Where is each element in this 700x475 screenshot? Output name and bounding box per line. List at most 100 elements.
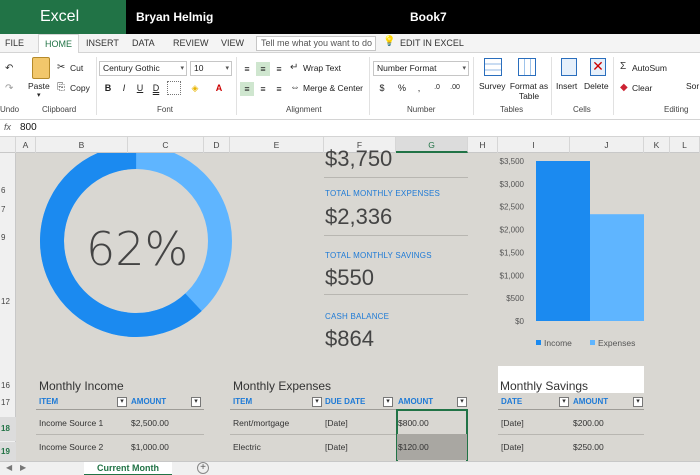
copy-icon[interactable]: ⎘ xyxy=(57,82,65,93)
italic-button[interactable]: I xyxy=(117,81,131,95)
autosum-button[interactable]: AutoSum xyxy=(632,63,667,73)
font-name-select[interactable]: Century Gothic xyxy=(99,61,187,76)
column-header[interactable]: D xyxy=(204,137,230,153)
row-header[interactable]: 7 xyxy=(0,205,16,214)
merge-center-icon[interactable]: ⇔ xyxy=(290,82,300,93)
column-header[interactable]: L xyxy=(670,137,700,153)
underline-button[interactable]: U xyxy=(133,81,147,95)
tab-file[interactable]: FILE xyxy=(5,34,24,53)
align-bottom-icon[interactable]: ≡ xyxy=(272,62,286,76)
income-item-cell[interactable]: Income Source 1 xyxy=(39,418,103,428)
expense-due-date-cell[interactable]: [Date] xyxy=(325,442,348,452)
savings-amount-cell[interactable]: $250.00 xyxy=(573,442,604,452)
fill-color-icon[interactable]: ◈ xyxy=(188,81,202,95)
align-right-icon[interactable]: ≡ xyxy=(272,82,286,96)
row-header[interactable]: 17 xyxy=(0,398,16,407)
row-header[interactable]: 12 xyxy=(0,297,16,306)
expense-item-cell[interactable]: Rent/mortgage xyxy=(233,418,289,428)
filter-dropdown-icon[interactable]: ▾ xyxy=(117,397,127,407)
row-header-selected[interactable]: 18 xyxy=(0,417,16,441)
column-header[interactable]: K xyxy=(644,137,670,153)
column-header[interactable]: H xyxy=(468,137,498,153)
comma-button[interactable]: , xyxy=(412,81,426,95)
wrap-text-button[interactable]: Wrap Text xyxy=(303,63,341,73)
paste-dropdown-icon[interactable]: ▾ xyxy=(37,91,41,99)
sheet-tab-current-month[interactable]: Current Month xyxy=(84,462,172,475)
income-item-cell[interactable]: Income Source 2 xyxy=(39,442,103,452)
paste-button[interactable]: Paste xyxy=(28,81,50,91)
expense-amount-cell[interactable]: $800.00 xyxy=(398,418,429,428)
merge-center-button[interactable]: Merge & Center xyxy=(303,83,363,93)
income-amount-cell[interactable]: $2,500.00 xyxy=(131,418,169,428)
add-sheet-icon[interactable]: + xyxy=(197,462,209,474)
scroll-right-icon[interactable]: ▶ xyxy=(20,463,26,472)
sort-button[interactable]: Sor xyxy=(686,81,699,91)
filter-dropdown-icon[interactable]: ▾ xyxy=(191,397,201,407)
expense-item-cell[interactable]: Electric xyxy=(233,442,261,452)
tab-insert[interactable]: INSERT xyxy=(86,34,119,53)
bar-income[interactable] xyxy=(536,161,590,321)
scroll-left-icon[interactable]: ◀ xyxy=(6,463,12,472)
tab-home[interactable]: HOME xyxy=(38,34,79,53)
copy-button[interactable]: Copy xyxy=(70,83,90,93)
delete-button[interactable]: Delete xyxy=(584,81,609,91)
tab-review[interactable]: REVIEW xyxy=(173,34,209,53)
scissors-icon[interactable]: ✂ xyxy=(57,62,65,73)
column-header[interactable]: E xyxy=(230,137,324,153)
font-size-select[interactable]: 10 xyxy=(190,61,232,76)
align-top-icon[interactable]: ≡ xyxy=(240,62,254,76)
user-name[interactable]: Bryan Helmig xyxy=(136,0,213,34)
column-header[interactable]: C xyxy=(128,137,204,153)
filter-dropdown-icon[interactable]: ▾ xyxy=(312,397,322,407)
row-header[interactable]: 9 xyxy=(0,233,16,242)
row-header[interactable]: 6 xyxy=(0,186,16,195)
insert-button[interactable]: Insert xyxy=(556,81,577,91)
double-underline-button[interactable]: D xyxy=(149,81,163,95)
column-header[interactable]: J xyxy=(570,137,644,153)
row-header[interactable]: 16 xyxy=(0,381,16,390)
percent-button[interactable]: % xyxy=(395,81,409,95)
filter-dropdown-icon[interactable]: ▾ xyxy=(633,397,643,407)
tell-me-input[interactable]: Tell me what you want to do xyxy=(256,36,376,51)
bold-button[interactable]: B xyxy=(101,81,115,95)
wrap-text-icon[interactable]: ↵ xyxy=(290,62,298,73)
filter-dropdown-icon[interactable]: ▾ xyxy=(383,397,393,407)
align-left-icon[interactable]: ≡ xyxy=(240,82,254,96)
column-header[interactable]: A xyxy=(16,137,36,153)
autosum-icon[interactable]: Σ xyxy=(620,61,626,72)
currency-button[interactable]: $ xyxy=(375,81,389,95)
survey-button[interactable]: Survey xyxy=(479,81,505,91)
decrease-decimal-icon[interactable]: .00 xyxy=(448,81,462,95)
survey-icon[interactable] xyxy=(484,58,502,76)
formula-input[interactable]: 800 xyxy=(20,122,37,133)
font-color-icon[interactable]: A xyxy=(212,81,226,95)
expense-due-date-cell[interactable]: [Date] xyxy=(325,418,348,428)
increase-decimal-icon[interactable]: .0 xyxy=(430,81,444,95)
savings-date-cell[interactable]: [Date] xyxy=(501,418,524,428)
insert-cells-icon[interactable] xyxy=(561,58,577,76)
edit-in-excel-button[interactable]: EDIT IN EXCEL xyxy=(400,34,464,53)
expense-amount-cell[interactable]: $120.00 xyxy=(398,442,429,452)
column-header[interactable]: B xyxy=(36,137,128,153)
align-center-icon[interactable]: ≡ xyxy=(256,82,270,96)
redo-icon[interactable]: ↷ xyxy=(5,83,13,94)
filter-dropdown-icon[interactable]: ▾ xyxy=(457,397,467,407)
number-format-select[interactable]: Number Format xyxy=(373,61,469,76)
select-all-corner[interactable] xyxy=(0,137,16,153)
savings-date-cell[interactable]: [Date] xyxy=(501,442,524,452)
app-name[interactable]: Excel Online xyxy=(0,0,126,59)
column-header[interactable]: I xyxy=(498,137,570,153)
document-title[interactable]: Book7 xyxy=(410,0,447,34)
cut-button[interactable]: Cut xyxy=(70,63,83,73)
bar-expenses[interactable] xyxy=(590,214,644,321)
eraser-icon[interactable]: ◆ xyxy=(620,82,628,93)
undo-icon[interactable]: ↶ xyxy=(5,63,13,74)
row-header-selected[interactable]: 19 xyxy=(0,442,16,461)
filter-dropdown-icon[interactable]: ▾ xyxy=(559,397,569,407)
tab-data[interactable]: DATA xyxy=(132,34,155,53)
format-as-table-icon[interactable] xyxy=(518,58,536,76)
column-header-selected[interactable]: G xyxy=(396,137,468,153)
paste-icon[interactable] xyxy=(32,57,50,79)
borders-icon[interactable] xyxy=(167,81,181,95)
align-middle-icon[interactable]: ≡ xyxy=(256,62,270,76)
